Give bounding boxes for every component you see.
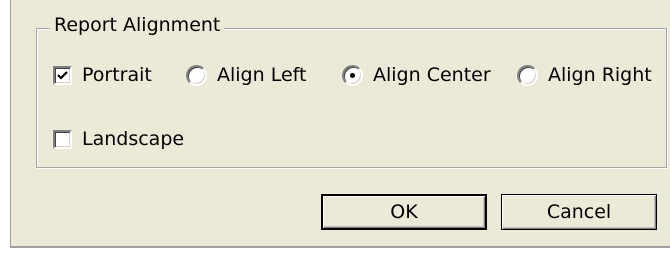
portrait-checkbox-option[interactable]: Portrait: [53, 62, 152, 88]
align-center-label: Align Center: [373, 64, 491, 86]
radio-selected-dot: [350, 72, 355, 78]
align-center-radio-option[interactable]: Align Center: [342, 62, 491, 88]
landscape-checkbox-option[interactable]: Landscape: [53, 126, 184, 152]
landscape-checkbox[interactable]: [53, 129, 72, 149]
align-left-radio[interactable]: [186, 64, 207, 86]
cancel-button[interactable]: Cancel: [501, 194, 657, 230]
portrait-label: Portrait: [82, 64, 152, 86]
portrait-checkbox[interactable]: [53, 65, 72, 85]
align-right-radio-option[interactable]: Align Right: [517, 62, 652, 88]
align-left-label: Align Left: [217, 64, 307, 86]
align-right-label: Align Right: [548, 64, 652, 86]
ok-button[interactable]: OK: [321, 194, 487, 230]
group-title: Report Alignment: [50, 12, 225, 38]
checkmark-icon: [57, 70, 68, 80]
landscape-label: Landscape: [82, 128, 185, 150]
align-center-radio[interactable]: [342, 64, 363, 86]
align-left-radio-option[interactable]: Align Left: [186, 62, 306, 88]
align-right-radio[interactable]: [517, 64, 538, 86]
dialog-bottom-strip: [10, 248, 670, 253]
